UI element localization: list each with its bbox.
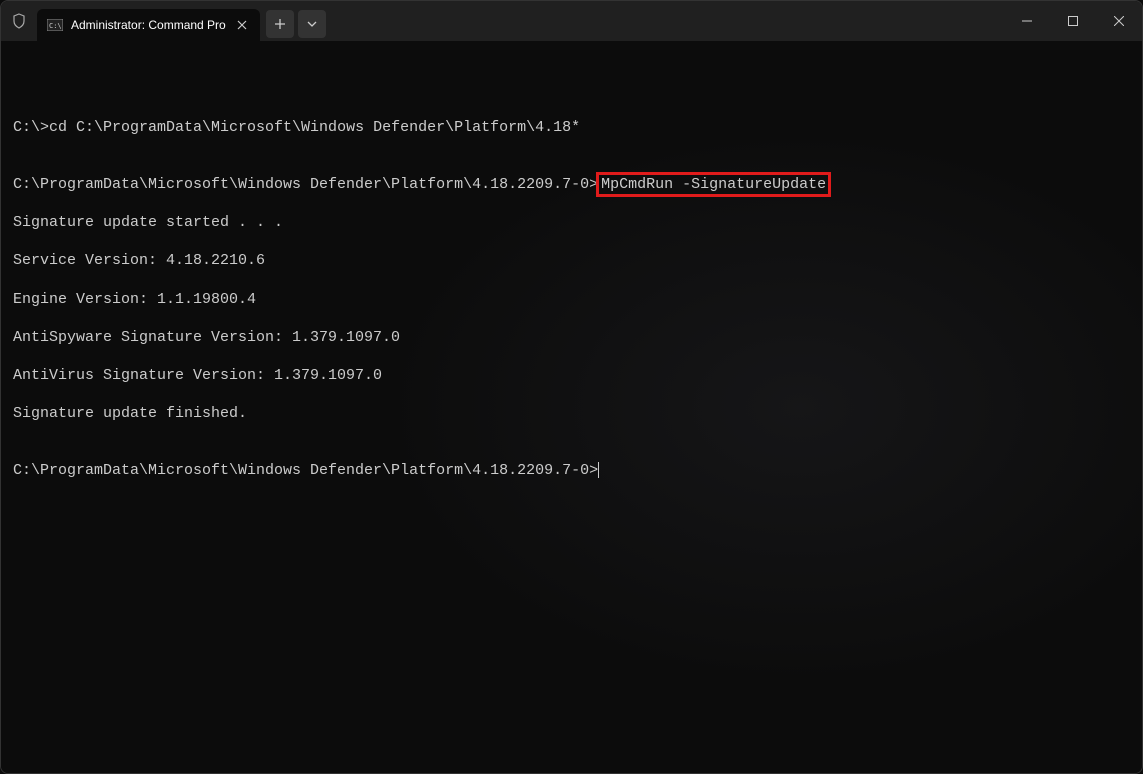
new-tab-button[interactable] (266, 10, 294, 38)
prompt-1: C:\> (13, 119, 49, 136)
output-line: Engine Version: 1.1.19800.4 (13, 290, 1130, 309)
titlebar: C:\ Administrator: Command Pro (1, 1, 1142, 41)
tab-title: Administrator: Command Pro (71, 18, 226, 32)
highlighted-command: MpCmdRun -SignatureUpdate (596, 172, 831, 197)
terminal-body[interactable]: C:\>cd C:\ProgramData\Microsoft\Windows … (1, 41, 1142, 773)
close-button[interactable] (1096, 1, 1142, 41)
output-line: Signature update started . . . (13, 213, 1130, 232)
prompt-2: C:\ProgramData\Microsoft\Windows Defende… (13, 176, 598, 193)
output-line: AntiVirus Signature Version: 1.379.1097.… (13, 366, 1130, 385)
cmd-icon: C:\ (47, 17, 63, 33)
output-line: Signature update finished. (13, 404, 1130, 423)
output-line: AntiSpyware Signature Version: 1.379.109… (13, 328, 1130, 347)
svg-text:C:\: C:\ (49, 22, 62, 30)
tab-close-button[interactable] (234, 17, 250, 33)
tab-dropdown-button[interactable] (298, 10, 326, 38)
command-1: cd C:\ProgramData\Microsoft\Windows Defe… (49, 119, 580, 136)
maximize-button[interactable] (1050, 1, 1096, 41)
prompt-3: C:\ProgramData\Microsoft\Windows Defende… (13, 462, 598, 479)
minimize-button[interactable] (1004, 1, 1050, 41)
window-controls (1004, 1, 1142, 41)
shield-icon (1, 1, 37, 41)
output-line: Service Version: 4.18.2210.6 (13, 251, 1130, 270)
active-tab[interactable]: C:\ Administrator: Command Pro (37, 9, 260, 41)
terminal-window: C:\ Administrator: Command Pro (0, 0, 1143, 774)
tab-controls (266, 10, 326, 38)
terminal-output: C:\>cd C:\ProgramData\Microsoft\Windows … (13, 118, 1130, 480)
text-cursor (598, 462, 599, 478)
